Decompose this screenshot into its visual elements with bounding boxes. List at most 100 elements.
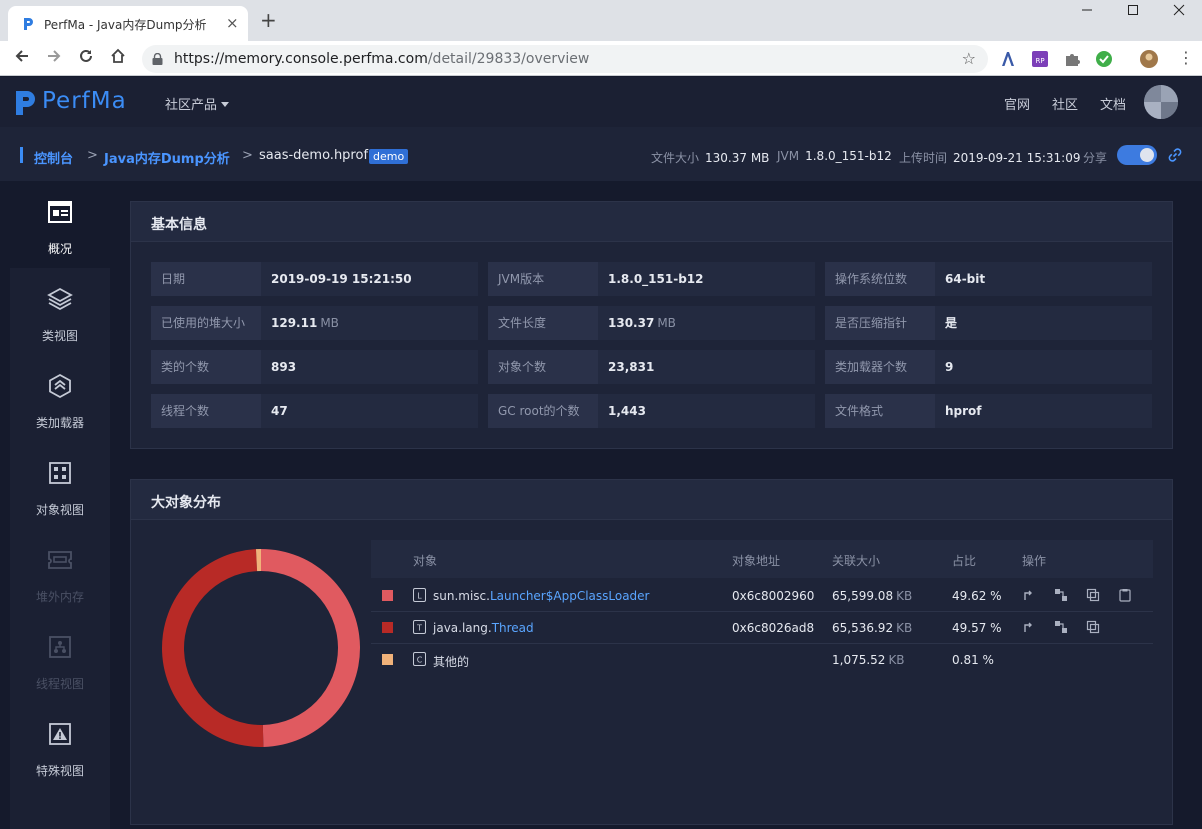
rp-icon[interactable]: RP	[1031, 50, 1049, 68]
retained-size: 65,536.92 KB	[832, 621, 912, 635]
back-icon[interactable]	[10, 47, 34, 71]
info-value: 23,831	[598, 350, 815, 384]
sidebar-item-class-view[interactable]: 类视图	[10, 268, 110, 355]
incoming-refs-icon[interactable]	[1054, 588, 1068, 602]
breadcrumb-accent	[20, 147, 23, 163]
object-package: sun.misc.	[433, 589, 490, 603]
info-value-text: hprof	[945, 404, 982, 418]
info-value: 1.8.0_151-b12	[598, 262, 815, 296]
object-class-link[interactable]: Thread	[492, 621, 534, 635]
url-field[interactable]: https://memory.console.perfma.com/detail…	[142, 45, 988, 73]
thread-tree-icon	[49, 636, 71, 658]
breadcrumb-dump-analysis[interactable]: Java内存Dump分析	[104, 148, 230, 167]
home-icon[interactable]	[106, 47, 130, 71]
sidebar-item-overview[interactable]: 概况	[10, 181, 110, 268]
object-package: 其他的	[433, 655, 470, 669]
object-class-link[interactable]: Launcher$AppClassLoader	[490, 589, 650, 603]
table-row[interactable]: T java.lang.Thread 0x6c8026ad8 65,536.92…	[371, 612, 1153, 644]
upload-time-meta: 上传时间 2019-09-21 15:31:09	[899, 149, 1080, 166]
info-compressed-oops: 是否压缩指针是	[825, 306, 1152, 340]
reload-icon[interactable]	[74, 47, 98, 71]
sidebar-item-special-view[interactable]: 特殊视图	[10, 703, 110, 790]
avatar-icon[interactable]	[1140, 50, 1158, 68]
header-link-docs[interactable]: 文档	[1100, 94, 1126, 113]
info-gc-root-count: GC root的个数 1,443	[488, 394, 815, 428]
outgoing-refs-icon[interactable]	[1022, 588, 1036, 602]
donut-slice[interactable]	[162, 549, 264, 747]
a-icon[interactable]	[999, 50, 1017, 68]
incoming-refs-icon[interactable]	[1054, 620, 1068, 634]
community-products-menu[interactable]: 社区产品	[165, 94, 230, 113]
info-value: 47	[261, 394, 478, 428]
sidebar-item-classloader[interactable]: 类加载器	[10, 355, 110, 442]
info-value: 1,443	[598, 394, 815, 428]
column-header-object: 对象	[413, 554, 438, 568]
column-header-operations: 操作	[1022, 554, 1047, 568]
retained-size-value: 65,536.92	[832, 621, 894, 635]
perfma-logo-icon	[16, 91, 35, 115]
maximize-icon[interactable]	[1110, 4, 1156, 24]
object-name: 其他的	[433, 653, 469, 670]
big-object-title: 大对象分布	[151, 495, 221, 511]
retained-size: 65,599.08 KB	[832, 589, 912, 603]
new-tab-icon[interactable]: +	[260, 10, 277, 30]
sidebar-item-label: 堆外内存	[35, 590, 84, 604]
percent-value: 0.81 %	[952, 653, 994, 667]
close-window-icon[interactable]	[1156, 4, 1202, 24]
svg-text:L: L	[417, 592, 422, 601]
table-row[interactable]: C 其他的 1,075.52 KB 0.81 %	[371, 644, 1153, 676]
sidebar-item-label: 类视图	[41, 329, 78, 343]
copy-icon[interactable]	[1086, 588, 1100, 602]
header-link-official[interactable]: 官网	[1004, 94, 1030, 113]
logo-text: PerfMa	[42, 88, 127, 114]
object-address: 0x6c8002960	[732, 589, 815, 603]
info-value: 2019-09-19 15:21:50	[261, 262, 478, 296]
info-value-text: 1.8.0_151-b12	[608, 272, 704, 286]
perfma-logo[interactable]: PerfMa	[14, 87, 138, 119]
user-avatar[interactable]	[1144, 85, 1178, 119]
check-icon[interactable]	[1095, 50, 1113, 68]
info-value: 64-bit	[935, 262, 1152, 296]
info-key: 文件格式	[825, 394, 935, 428]
forward-icon[interactable]	[42, 47, 66, 71]
object-name: java.lang.Thread	[433, 621, 534, 635]
info-key: 对象个数	[488, 350, 598, 384]
memory-card-icon	[48, 551, 72, 569]
breadcrumb-console[interactable]: 控制台	[34, 148, 73, 167]
share-toggle[interactable]	[1117, 145, 1157, 165]
class-type-l-icon: L	[413, 588, 426, 602]
sidebar-item-object-view[interactable]: 对象视图	[10, 442, 110, 529]
table-row[interactable]: L sun.misc.Launcher$AppClassLoader 0x6c8…	[371, 580, 1153, 612]
info-key: 文件长度	[488, 306, 598, 340]
jvm-label: JVM	[777, 149, 800, 163]
puzzle-icon[interactable]	[1063, 50, 1081, 68]
info-key: 类加载器个数	[825, 350, 935, 384]
object-address: 0x6c8026ad8	[732, 621, 815, 635]
table-header: 对象 对象地址 关联大小 占比 操作	[371, 540, 1153, 578]
minimize-icon[interactable]	[1064, 4, 1110, 24]
browser-menu-icon[interactable]: ⋮	[1178, 48, 1194, 68]
warning-icon	[49, 723, 71, 745]
clipboard-icon[interactable]	[1118, 588, 1132, 602]
bookmark-star-icon[interactable]: ☆	[962, 49, 976, 68]
info-date: 日期 2019-09-19 15:21:50	[151, 262, 478, 296]
outgoing-refs-icon[interactable]	[1022, 620, 1036, 634]
address-bar: https://memory.console.perfma.com/detail…	[0, 41, 1202, 76]
info-classloader-count: 类加载器个数 9	[825, 350, 1152, 384]
jvm-value: 1.8.0_151-b12	[805, 149, 892, 163]
left-sidebar: 概况 类视图 类加载器 对象视图 堆外内存 线程视图 特殊视图	[10, 181, 110, 829]
header-link-community[interactable]: 社区	[1052, 94, 1078, 113]
info-used-heap: 已使用的堆大小 129.11 MB	[151, 306, 478, 340]
big-object-donut-chart	[162, 549, 360, 747]
browser-tab[interactable]: PerfMa - Java内存Dump分析 ×	[8, 6, 248, 41]
info-value-text: 是	[945, 316, 958, 330]
donut-slice[interactable]	[261, 549, 360, 747]
info-file-length: 文件长度 130.37 MB	[488, 306, 815, 340]
info-key: 类的个数	[151, 350, 261, 384]
lock-icon	[152, 53, 163, 65]
tab-close-icon[interactable]: ×	[226, 14, 239, 32]
link-icon[interactable]	[1166, 146, 1184, 164]
sidebar-item-offheap-memory: 堆外内存	[10, 529, 110, 616]
sidebar-item-label: 线程视图	[35, 677, 84, 691]
copy-icon[interactable]	[1086, 620, 1100, 634]
